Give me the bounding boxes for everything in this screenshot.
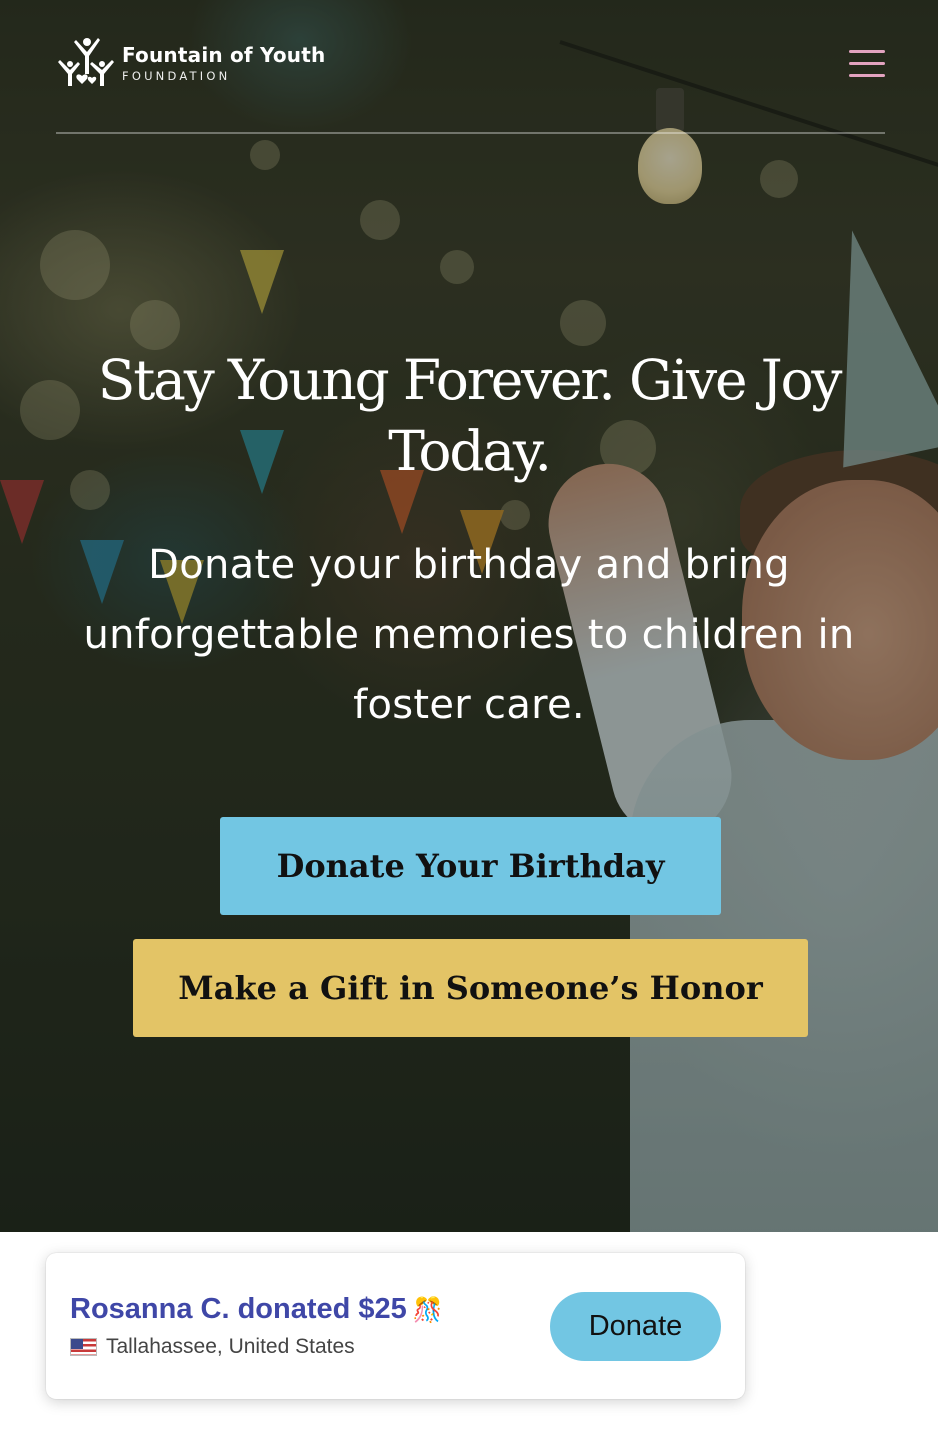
donation-notification: Rosanna C. donated $25 🎊 Tallahassee, Uni… bbox=[46, 1253, 745, 1399]
brand-name: Fountain of Youth bbox=[122, 43, 326, 68]
site-header: Fountain of Youth FOUNDATION bbox=[56, 30, 885, 134]
hero-subheadline: Donate your birthday and bring unforgett… bbox=[83, 542, 855, 728]
donate-your-birthday-button[interactable]: Donate Your Birthday bbox=[220, 817, 721, 915]
fountain-figures-logo-icon bbox=[56, 34, 116, 94]
us-flag-icon bbox=[70, 1338, 97, 1356]
donor-location: Tallahassee, United States bbox=[106, 1335, 355, 1358]
donation-message-row: Rosanna C. donated $25 🎊 bbox=[70, 1293, 443, 1326]
brand-subtitle: FOUNDATION bbox=[122, 69, 231, 84]
gift-in-honor-button[interactable]: Make a Gift in Someone’s Honor bbox=[133, 939, 808, 1037]
hero-section: Fountain of Youth FOUNDATION Stay Young … bbox=[0, 0, 938, 1232]
hamburger-menu-icon[interactable] bbox=[849, 48, 885, 78]
donation-message: Rosanna C. donated $25 bbox=[70, 1293, 407, 1325]
toast-donate-button[interactable]: Donate bbox=[550, 1292, 721, 1361]
donor-location-row: Tallahassee, United States bbox=[70, 1335, 355, 1359]
brand-logo[interactable]: Fountain of Youth FOUNDATION bbox=[56, 34, 325, 94]
hero-headline: Stay Young Forever. Give Joy Today. bbox=[97, 348, 843, 483]
confetti-icon: 🎊 bbox=[412, 1297, 443, 1324]
